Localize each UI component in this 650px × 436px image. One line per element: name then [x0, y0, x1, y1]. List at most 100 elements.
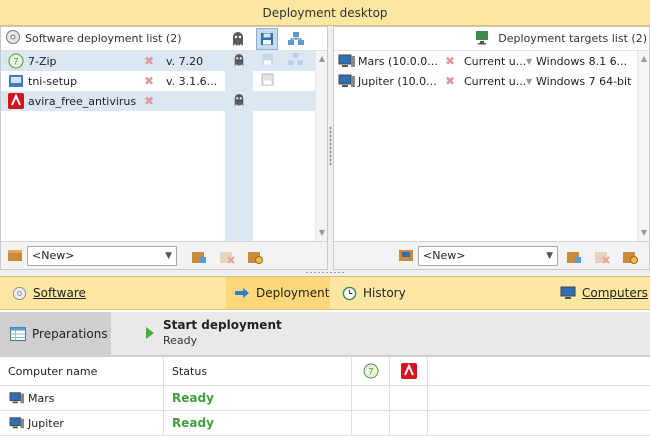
computer-package-icon: [398, 246, 414, 265]
software-new-combo[interactable]: <New> ▼: [27, 245, 177, 266]
window-title: Deployment desktop: [262, 5, 388, 20]
computer-icon: [338, 73, 356, 89]
chevron-down-icon[interactable]: ▼: [316, 227, 328, 239]
software-name: 7-Zip: [28, 54, 57, 68]
nav-computers[interactable]: Computers: [552, 277, 650, 309]
status-badge: Ready: [172, 416, 214, 430]
target-name: Jupiter (10.0...: [358, 74, 437, 88]
list-item[interactable]: Mars (10.0.0... ✖ Current u... ▼ Windows…: [334, 51, 636, 71]
network-icon[interactable]: [285, 28, 307, 50]
target-user: Current u...: [464, 74, 527, 88]
remove-icon[interactable]: ✖: [144, 94, 154, 108]
software-list-footer: <New> ▼: [1, 241, 327, 269]
chevron-down-icon[interactable]: ▼: [526, 77, 532, 86]
column-filler: [428, 357, 650, 385]
filler-cell: [428, 386, 650, 410]
package-icon: [7, 246, 23, 265]
targets-list: Mars (10.0.0... ✖ Current u... ▼ Windows…: [334, 51, 636, 91]
chevron-up-icon[interactable]: ▲: [638, 53, 650, 65]
ghost-icon: [233, 93, 245, 110]
column-header-status[interactable]: Status: [164, 357, 352, 385]
deployment-results-table: Computer name Status 7 Mars Ready Jupite…: [0, 356, 650, 436]
7zip-status-cell: [352, 386, 390, 410]
column-header-computer-name[interactable]: Computer name: [0, 357, 164, 385]
target-os: Windows 8.1 6...: [536, 54, 628, 68]
combo-value: <New>: [423, 249, 466, 262]
avira-status-cell: [390, 386, 428, 410]
remove-icon[interactable]: ✖: [445, 74, 455, 88]
start-deployment-step[interactable]: Start deployment Ready: [146, 318, 282, 347]
target-settings-button[interactable]: [620, 246, 640, 266]
nav-software-label: Software: [33, 286, 86, 300]
table-row[interactable]: Mars Ready: [0, 386, 650, 411]
svg-text:7: 7: [13, 57, 18, 67]
7zip-status-cell: [352, 411, 390, 435]
chevron-down-icon[interactable]: ▼: [165, 251, 172, 261]
remove-icon[interactable]: ✖: [144, 74, 154, 88]
nav-software[interactable]: Software: [4, 277, 94, 309]
start-deployment-title: Start deployment: [163, 318, 282, 332]
computer-icon: [8, 416, 26, 430]
status-badge: Ready: [172, 391, 214, 405]
remove-package-button[interactable]: [217, 246, 237, 266]
ghost-icon[interactable]: [227, 28, 249, 50]
computer-download-icon: [474, 29, 490, 48]
preparations-tab[interactable]: Preparations: [0, 312, 111, 356]
targets-list-scrollbar[interactable]: ▲ ▼: [637, 51, 649, 241]
computer-icon: [8, 391, 26, 405]
floppy-icon[interactable]: [256, 28, 278, 50]
filler-cell: [428, 411, 650, 435]
clock-icon: [342, 286, 357, 301]
chevron-down-icon[interactable]: ▼: [526, 57, 532, 66]
disc-icon: [12, 286, 27, 301]
deployment-targets-pane: Deployment targets list (2) Mars (10.0.0…: [333, 26, 650, 270]
status-cell: Ready: [164, 411, 352, 435]
avira-icon: [7, 93, 25, 109]
remove-icon[interactable]: ✖: [445, 54, 455, 68]
nav-deployment-label: Deployment: [256, 286, 330, 300]
computer-icon: [338, 53, 356, 69]
remove-icon[interactable]: ✖: [144, 54, 154, 68]
status-cell: Ready: [164, 386, 352, 410]
add-target-button[interactable]: [564, 246, 584, 266]
package-settings-button[interactable]: [245, 246, 265, 266]
add-package-button[interactable]: [189, 246, 209, 266]
list-item[interactable]: tni-setup ✖ v. 3.1.6...: [1, 71, 315, 91]
play-icon[interactable]: [146, 327, 154, 339]
start-deployment-status: Ready: [163, 334, 198, 347]
list-item[interactable]: 7 7-Zip ✖ v. 7.20: [1, 51, 315, 71]
table-row[interactable]: Jupiter Ready: [0, 411, 650, 436]
remove-target-button[interactable]: [592, 246, 612, 266]
software-version: v. 3.1.6...: [166, 74, 218, 88]
list-item[interactable]: Jupiter (10.0... ✖ Current u... ▼ Window…: [334, 71, 636, 91]
software-list-header: Software deployment list (2): [1, 27, 327, 51]
targets-list-footer: <New> ▼: [334, 241, 649, 269]
table-header-row: Computer name Status 7: [0, 357, 650, 386]
computer-name-cell: Mars: [0, 386, 164, 410]
floppy-icon: [261, 73, 274, 89]
targets-new-combo[interactable]: <New> ▼: [418, 245, 558, 266]
nav-history[interactable]: History: [334, 277, 414, 309]
section-nav-bar: Software Deployment History Computers: [0, 276, 650, 310]
chevron-down-icon[interactable]: ▼: [546, 251, 553, 261]
computer-name-cell: Jupiter: [0, 411, 164, 435]
software-name: tni-setup: [28, 74, 78, 88]
monitor-icon: [560, 286, 576, 301]
target-os: Windows 7 64-bit: [536, 74, 632, 88]
targets-list-header: Deployment targets list (2): [334, 27, 649, 51]
chevron-up-icon[interactable]: ▲: [316, 53, 328, 65]
7zip-icon[interactable]: 7: [352, 357, 390, 385]
network-icon: [288, 53, 303, 69]
list-item[interactable]: avira_free_antivirus ✖: [1, 91, 315, 111]
avira-icon[interactable]: [390, 357, 428, 385]
software-list: 7 7-Zip ✖ v. 7.20 tni-setup ✖ v. 3.1.6..…: [1, 51, 315, 111]
software-list-icon: [5, 29, 21, 48]
nav-history-label: History: [363, 286, 406, 300]
chevron-down-icon[interactable]: ▼: [638, 227, 650, 239]
target-name: Mars (10.0.0...: [358, 54, 438, 68]
software-list-scrollbar[interactable]: ▲ ▼: [315, 51, 327, 241]
nav-deployment[interactable]: Deployment: [226, 277, 330, 309]
floppy-icon: [261, 53, 274, 69]
ghost-icon: [233, 53, 245, 70]
computer-name: Jupiter: [28, 416, 64, 430]
